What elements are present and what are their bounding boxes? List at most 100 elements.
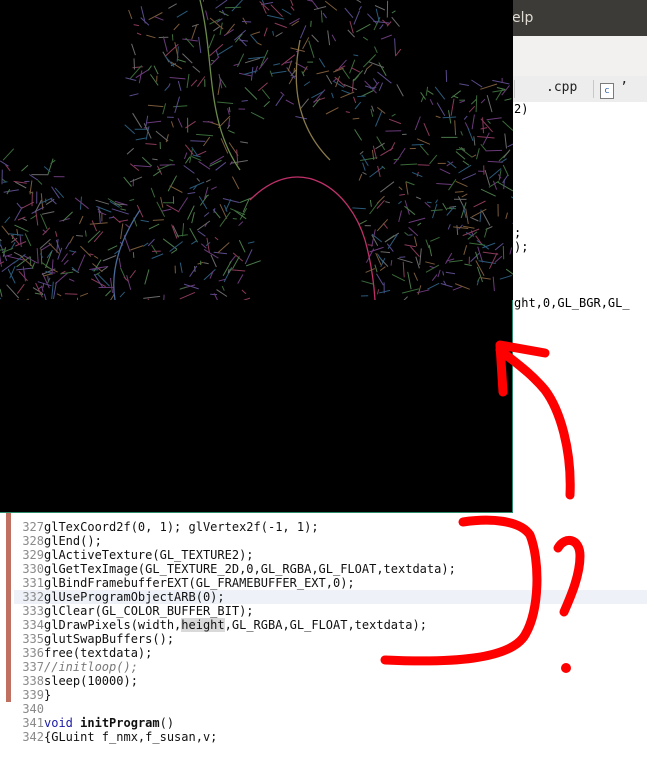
code-token: height (181, 618, 225, 632)
code-line[interactable]: 332glUseProgramObjectARB(0); (0, 590, 225, 604)
code-token: (GL_TEXTURE2); (152, 548, 254, 562)
edge-stroke (202, 121, 214, 123)
code-token: glGetTexImage (44, 562, 138, 576)
partial-code-line: ); (514, 240, 529, 254)
edge-stroke (399, 256, 406, 258)
edge-stroke (47, 275, 49, 281)
code-token: glVertex2f (188, 520, 261, 534)
code-line[interactable]: 334glDrawPixels(width,height,GL_RGBA,GL_… (0, 618, 427, 632)
code-token: {GLuint f_nmx,f_susan,v; (44, 730, 218, 744)
code-text: glBindFramebufferEXT(GL_FRAMEBUFFER_EXT,… (44, 576, 355, 590)
edge-stroke (485, 149, 503, 152)
partial-code-line: ; (514, 226, 522, 240)
edge-stroke (442, 116, 457, 119)
code-token: glClear (44, 604, 95, 618)
code-text: } (44, 688, 51, 702)
code-token: void (44, 716, 73, 730)
code-line[interactable]: 338sleep(10000); (0, 674, 138, 688)
edge-stroke (133, 58, 135, 70)
code-token: glDrawPixels (44, 618, 131, 632)
code-text: glClear(GL_COLOR_BUFFER_BIT); (44, 604, 254, 618)
edge-stroke (232, 218, 237, 220)
code-line[interactable]: 329glActiveTexture(GL_TEXTURE2); (0, 548, 254, 562)
code-line[interactable]: 328glEnd(); (0, 534, 102, 548)
code-token: glTexCoord2f (44, 520, 131, 534)
code-token: glEnd (44, 534, 81, 548)
menu-help[interactable]: elp (512, 10, 533, 26)
code-text: glEnd(); (44, 534, 102, 548)
line-number: 339 (22, 688, 44, 702)
code-text: glDrawPixels(width,height,GL_RGBA,GL_FLO… (44, 618, 427, 632)
edge-stroke (352, 117, 360, 120)
code-token: } (44, 688, 52, 702)
code-text: glActiveTexture(GL_TEXTURE2); (44, 548, 254, 562)
code-text: sleep(10000); (44, 674, 138, 688)
line-number: 341 (22, 716, 44, 730)
line-number: 328 (22, 534, 44, 548)
edge-stroke (2, 181, 8, 183)
code-line[interactable]: 337//initloop(); (0, 660, 138, 674)
code-token: initProgram (80, 716, 160, 730)
code-token: glUseProgramObjectARB(0); (44, 590, 225, 604)
line-number: 334 (22, 618, 44, 632)
code-token: ,GL_RGBA,GL_FLOAT,textdata); (224, 618, 427, 632)
code-token: free (44, 646, 73, 660)
tab-c-file[interactable]: c’ (600, 80, 628, 99)
tab-c-label: ’ (620, 80, 628, 95)
rendered-edge-image (0, 0, 513, 300)
edge-stroke (426, 201, 432, 204)
code-line[interactable]: 330glGetTexImage(GL_TEXTURE_2D,0,GL_RGBA… (0, 562, 456, 576)
code-text: //initloop(); (44, 660, 138, 674)
edge-stroke (310, 20, 312, 27)
code-text: glGetTexImage(GL_TEXTURE_2D,0,GL_RGBA,GL… (44, 562, 456, 576)
edge-stroke (417, 164, 430, 166)
edge-stroke (152, 219, 164, 221)
edge-stroke (76, 235, 84, 237)
code-token: //initloop(); (44, 660, 138, 674)
opengl-output-window[interactable] (0, 0, 513, 513)
edge-stroke (242, 21, 252, 23)
code-line[interactable]: 331glBindFramebufferEXT(GL_FRAMEBUFFER_E… (0, 576, 355, 590)
line-number: 342 (22, 730, 44, 744)
code-token: glBindFramebufferEXT(GL_FRAMEBUFFER_EXT,… (44, 576, 355, 590)
code-token: glutSwapBuffers (44, 632, 153, 646)
code-token: (GL_COLOR_BUFFER_BIT); (94, 604, 254, 618)
line-number: 331 (22, 576, 44, 590)
code-text: glutSwapBuffers(); (44, 632, 174, 646)
edge-stroke (475, 95, 478, 113)
code-line[interactable]: 339} (0, 688, 51, 702)
line-number: 337 (22, 660, 44, 674)
edge-stroke (408, 234, 413, 236)
code-token: (); (80, 534, 102, 548)
line-number: 330 (22, 562, 44, 576)
edge-stroke (393, 158, 399, 161)
partial-code-line: ght,0,GL_BGR,GL_ (514, 296, 630, 310)
code-line[interactable]: 336free(textdata); (0, 646, 152, 660)
line-number: 333 (22, 604, 44, 618)
tab-cpp-file[interactable]: .cpp (546, 80, 577, 95)
code-text: {GLuint f_nmx,f_susan,v; (44, 730, 217, 744)
tab-separator (593, 80, 594, 98)
edge-stroke (446, 207, 457, 210)
code-token: glActiveTexture (44, 548, 153, 562)
code-text: void initProgram() (44, 716, 174, 730)
line-number: 327 (22, 520, 44, 534)
code-line[interactable]: 327glTexCoord2f(0, 1); glVertex2f(-1, 1)… (0, 520, 319, 534)
code-text: free(textdata); (44, 646, 152, 660)
code-text: glTexCoord2f(0, 1); glVertex2f(-1, 1); (44, 520, 319, 534)
line-number: 340 (22, 702, 44, 716)
line-number: 332 (22, 590, 44, 604)
edge-stroke (202, 0, 205, 2)
line-number: 336 (22, 646, 44, 660)
code-token: (); (152, 632, 175, 646)
code-line[interactable]: 340 (0, 702, 44, 716)
code-line[interactable]: 335glutSwapBuffers(); (0, 632, 174, 646)
code-token: () (159, 716, 175, 730)
code-line[interactable]: 333glClear(GL_COLOR_BUFFER_BIT); (0, 604, 254, 618)
code-line[interactable]: 342{GLuint f_nmx,f_susan,v; (0, 730, 217, 744)
tab-separator (514, 80, 515, 98)
code-token: (-1, 1); (260, 520, 319, 534)
code-line[interactable]: 341void initProgram() (0, 716, 174, 730)
edge-stroke (411, 144, 424, 146)
line-number: 338 (22, 674, 44, 688)
